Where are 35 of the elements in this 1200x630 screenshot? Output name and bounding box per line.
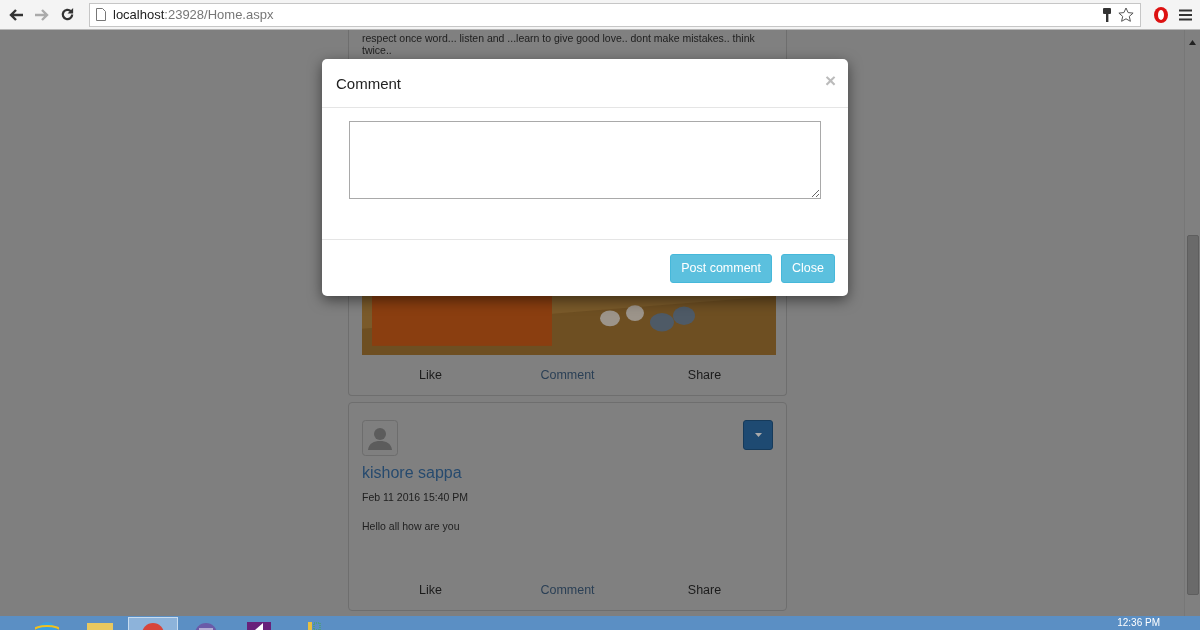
forward-icon[interactable] (34, 7, 50, 22)
app-icon (247, 622, 271, 630)
scroll-up-icon[interactable] (1189, 40, 1196, 45)
scrollbar[interactable] (1184, 30, 1200, 616)
action-link[interactable]: Like (400, 583, 461, 597)
star-icon[interactable] (1118, 6, 1134, 23)
back-icon[interactable] (8, 7, 24, 22)
post-date: Feb 11 2016 15:40 PM (362, 491, 470, 503)
url-text: localhost:23928/Home.aspx (113, 7, 274, 22)
comment-link[interactable]: Comment (537, 368, 598, 382)
comment-link[interactable]: Comment (537, 583, 598, 597)
post-comment-button[interactable]: Post comment (670, 253, 773, 283)
avatar-icon (362, 420, 398, 456)
action-link[interactable]: Share (674, 583, 735, 597)
key-icon[interactable] (1103, 7, 1111, 22)
caret-icon (754, 433, 762, 437)
clock-text: 12:36 PM (1117, 618, 1160, 628)
reload-icon[interactable] (60, 7, 75, 22)
page-icon (96, 8, 106, 21)
post-text: respect once word... listen and ...learn to give good love.. dont make mistakes.. think twice.. (362, 31, 756, 56)
close-button[interactable]: × (824, 70, 836, 90)
comment-field[interactable] (349, 121, 821, 199)
action-link[interactable]: Like (400, 368, 461, 382)
folder-icon (87, 622, 113, 630)
dialog-title: Comment (336, 74, 402, 92)
dropdown-button[interactable] (743, 420, 773, 450)
scroll-thumb[interactable] (1186, 235, 1199, 595)
menu-icon[interactable] (1179, 8, 1192, 21)
author-link[interactable]: kishore sappa (362, 464, 462, 482)
extension-icon[interactable] (1153, 5, 1169, 24)
address-bar[interactable]: localhost:23928/Home.aspx (89, 2, 1141, 27)
close-button[interactable]: Close (781, 253, 835, 283)
action-link[interactable]: Share (674, 368, 735, 382)
globe-icon (35, 620, 59, 630)
post-text: Hello all how are you (362, 520, 461, 534)
